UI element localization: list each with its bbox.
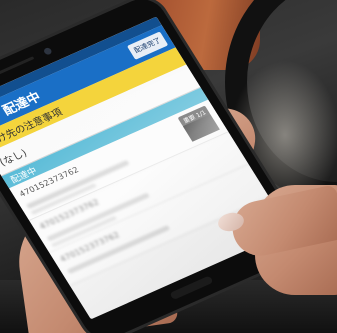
photo-scene: ← 戻る 配達中 配達完了 届け先の注意事項 (なし) 配達中 47015237… — [0, 0, 337, 333]
phone-camera — [42, 46, 53, 56]
